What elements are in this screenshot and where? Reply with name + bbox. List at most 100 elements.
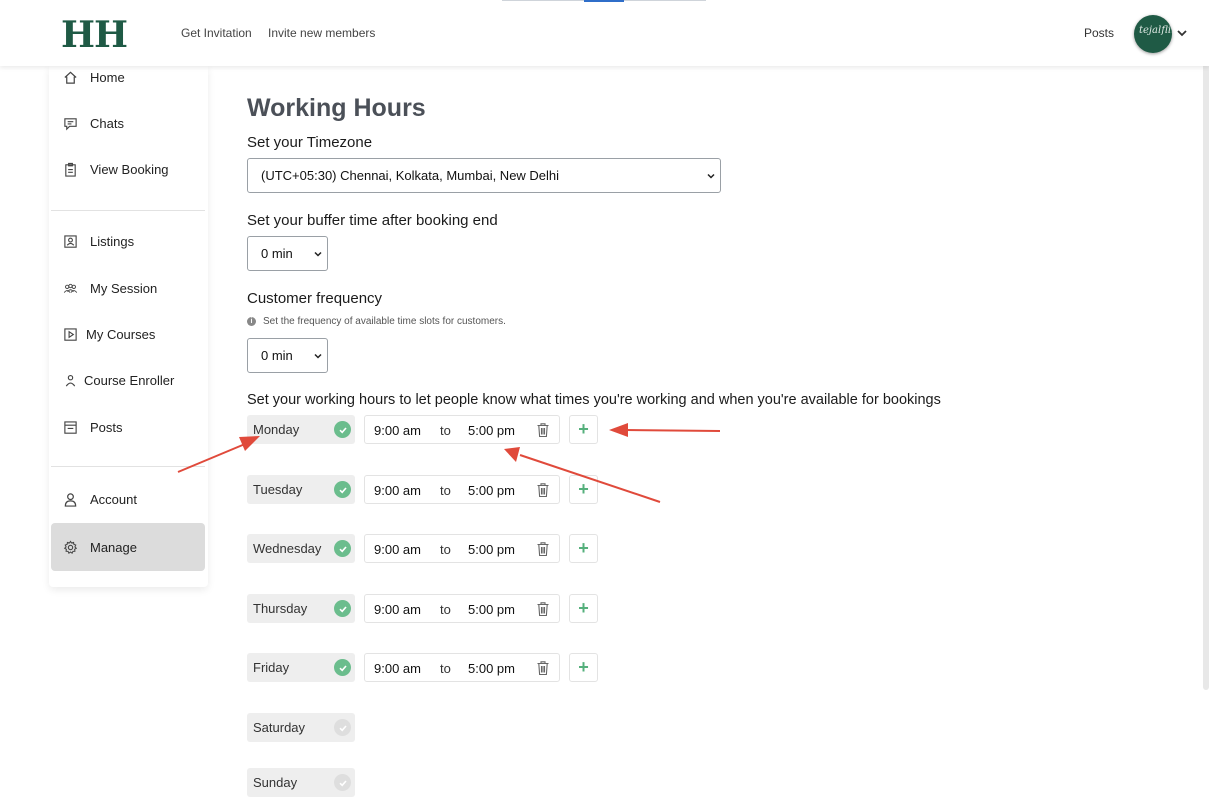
check-icon[interactable] [334, 481, 351, 498]
time-range: 9:00 am to 5:00 pm [364, 534, 560, 563]
check-icon[interactable] [334, 719, 351, 736]
timezone-value: (UTC+05:30) Chennai, Kolkata, Mumbai, Ne… [261, 168, 560, 183]
plus-icon: + [578, 479, 589, 499]
sidebar-divider [51, 466, 205, 467]
day-toggle-saturday[interactable]: Saturday [247, 713, 355, 742]
add-slot-button[interactable]: + [569, 534, 598, 563]
scrollbar[interactable] [1203, 40, 1209, 690]
sidebar-item-label: Chats [90, 115, 124, 131]
sidebar-divider [51, 210, 205, 211]
sidebar-item-my-session[interactable]: My Session [51, 265, 205, 311]
sidebar-item-label: My Session [90, 280, 158, 296]
page-title: Working Hours [247, 94, 426, 122]
time-range: 9:00 am to 5:00 pm [364, 653, 560, 682]
day-label: Tuesday [253, 482, 303, 497]
to-label: to [440, 483, 451, 498]
play-box-icon [64, 327, 77, 341]
plus-icon: + [578, 419, 589, 439]
check-icon[interactable] [334, 540, 351, 557]
day-label: Monday [253, 422, 300, 437]
top-header: HH Get Invitation Invite new members Pos… [0, 0, 1209, 66]
sidebar-item-label: View Booking [90, 161, 169, 177]
day-label: Thursday [253, 601, 308, 616]
annotation-arrow-plus [624, 429, 721, 432]
day-label: Wednesday [253, 541, 322, 556]
account-icon [64, 492, 77, 507]
logo[interactable]: HH [61, 14, 128, 56]
plus-icon: + [578, 657, 589, 677]
start-time-select[interactable]: 9:00 am [374, 483, 421, 498]
users-icon [63, 283, 78, 293]
end-time-select[interactable]: 5:00 pm [468, 542, 515, 557]
day-label: Saturday [253, 720, 306, 735]
id-card-icon [64, 234, 77, 248]
timezone-select[interactable]: (UTC+05:30) Chennai, Kolkata, Mumbai, Ne… [247, 158, 721, 193]
trash-icon[interactable] [536, 541, 550, 557]
sidebar-item-account[interactable]: Account [51, 476, 205, 522]
check-icon[interactable] [334, 659, 351, 676]
start-time-select[interactable]: 9:00 am [374, 602, 421, 617]
sidebar-item-posts[interactable]: Posts [51, 404, 205, 450]
add-slot-button[interactable]: + [569, 594, 598, 623]
sidebar-item-listings[interactable]: Listings [51, 218, 205, 264]
day-toggle-monday[interactable]: Monday [247, 415, 355, 444]
chevron-down-icon [314, 251, 322, 257]
day-toggle-wednesday[interactable]: Wednesday [247, 534, 355, 563]
header-posts-link[interactable]: Posts [1084, 26, 1114, 40]
chevron-down-icon[interactable] [1176, 27, 1188, 39]
day-toggle-thursday[interactable]: Thursday [247, 594, 355, 623]
buffer-select[interactable]: 0 min [247, 236, 328, 271]
sidebar-item-view-booking[interactable]: View Booking [51, 146, 205, 192]
day-toggle-tuesday[interactable]: Tuesday [247, 475, 355, 504]
trash-icon[interactable] [536, 422, 550, 438]
chevron-down-icon [707, 173, 715, 179]
person-icon [65, 374, 76, 386]
gear-icon [63, 540, 78, 554]
to-label: to [440, 542, 451, 557]
trash-icon[interactable] [536, 660, 550, 676]
check-icon[interactable] [334, 600, 351, 617]
working-hours-label: Set your working hours to let people kno… [247, 392, 941, 408]
start-time-select[interactable]: 9:00 am [374, 661, 421, 676]
sidebar-item-label: Manage [90, 539, 137, 555]
timezone-label: Set your Timezone [247, 134, 373, 151]
time-range: 9:00 am to 5:00 pm [364, 594, 560, 623]
to-label: to [440, 602, 451, 617]
sidebar-item-label: My Courses [86, 326, 156, 342]
frequency-value: 0 min [261, 348, 293, 363]
plus-icon: + [578, 598, 589, 618]
check-icon[interactable] [334, 421, 351, 438]
day-label: Sunday [253, 775, 298, 790]
check-icon[interactable] [334, 774, 351, 791]
day-toggle-sunday[interactable]: Sunday [247, 768, 355, 797]
chat-icon [64, 117, 77, 130]
frequency-hint-text: Set the frequency of available time slot… [263, 316, 506, 327]
sidebar-item-manage[interactable]: Manage [51, 523, 205, 571]
add-slot-button[interactable]: + [569, 415, 598, 444]
posts-icon [64, 420, 77, 434]
start-time-select[interactable]: 9:00 am [374, 423, 421, 438]
to-label: to [440, 423, 451, 438]
sidebar-item-chats[interactable]: Chats [51, 100, 205, 146]
sidebar-item-label: Listings [90, 233, 135, 249]
end-time-select[interactable]: 5:00 pm [468, 602, 515, 617]
end-time-select[interactable]: 5:00 pm [468, 423, 515, 438]
frequency-select[interactable]: 0 min [247, 338, 328, 373]
sidebar-item-my-courses[interactable]: My Courses [51, 311, 205, 357]
invite-members-link[interactable]: Invite new members [268, 26, 375, 40]
day-toggle-friday[interactable]: Friday [247, 653, 355, 682]
end-time-select[interactable]: 5:00 pm [468, 661, 515, 676]
add-slot-button[interactable]: + [569, 653, 598, 682]
day-label: Friday [253, 660, 290, 675]
get-invitation-link[interactable]: Get Invitation [181, 26, 252, 40]
trash-icon[interactable] [536, 601, 550, 617]
sidebar-item-label: Posts [90, 419, 123, 435]
avatar[interactable]: tejalflin [1134, 15, 1172, 53]
add-slot-button[interactable]: + [569, 475, 598, 504]
trash-icon[interactable] [536, 482, 550, 498]
start-time-select[interactable]: 9:00 am [374, 542, 421, 557]
buffer-label: Set your buffer time after booking end [247, 212, 498, 229]
sidebar-item-course-enroller[interactable]: Course Enroller [51, 357, 205, 403]
to-label: to [440, 661, 451, 676]
end-time-select[interactable]: 5:00 pm [468, 483, 515, 498]
